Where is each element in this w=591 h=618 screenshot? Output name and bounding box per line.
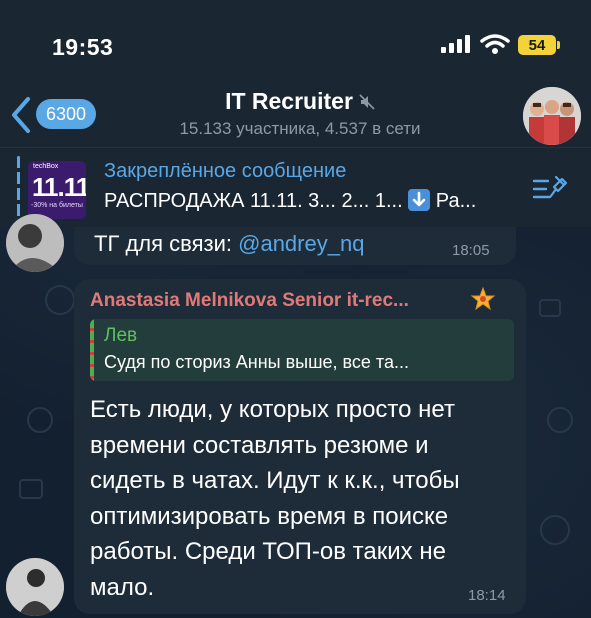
chat-header: 19:53 54 6300 IT Recruiter 15.133 участн… [0,0,591,147]
reply-author: Лев [104,325,138,346]
pinned-list-icon[interactable] [532,173,570,205]
battery-level: 54 [528,36,546,54]
reply-quote[interactable]: Лев Судя по сториз Анны выше, все та... [90,319,514,381]
star-emoji-icon [470,286,496,311]
arrow-down-emoji-icon [408,189,431,211]
back-unread-badge[interactable]: 6300 [36,99,97,129]
avatar-image [6,214,64,272]
pinned-thumbnail: techBox 11.11 -30% на билеты [28,161,86,219]
sender-avatar[interactable] [6,214,64,272]
pinned-thumb-brand: techBox [33,163,59,170]
pinned-text-part1: РАСПРОДАЖА 11.11. 3... 2... 1... [104,190,403,212]
sender-avatar[interactable] [6,558,64,616]
message-text: ТГ для связи: @andrey_nq [94,231,364,257]
pinned-title: Закреплённое сообщение [104,160,347,182]
message-text: Есть люди, у которых просто нет времени … [90,396,460,601]
sender-name[interactable]: Anastasia Melnikova Senior it-rec... [90,290,409,312]
reply-preview: Судя по сториз Анны выше, все та... [104,352,409,372]
reply-accent-bar [90,319,94,381]
avatar-image [6,558,64,616]
pinned-indicator [17,156,20,218]
battery-indicator: 54 [518,35,556,55]
muted-speaker-icon [359,93,375,110]
pinned-text-part2: Ра... [435,190,477,212]
cellular-signal-icon [441,35,470,53]
battery-tip [557,41,560,49]
back-unread-count: 6300 [46,103,87,124]
user-mention-link[interactable]: @andrey_nq [238,231,364,256]
chevron-left-icon[interactable] [10,96,32,134]
message-time: 18:14 [468,587,506,604]
pinned-message-bar[interactable]: techBox 11.11 -30% на билеты [0,147,591,227]
wifi-icon [480,34,510,54]
message-text-prefix: ТГ для связи: [94,231,239,256]
pinned-thumb-caption: -30% на билеты [31,202,83,209]
group-avatar[interactable] [523,87,581,145]
pinned-text: РАСПРОДАЖА 11.11. 3... 2... 1... Ра... [104,189,476,213]
chat-title-row: IT Recruiter [225,88,375,115]
chat-title-block[interactable]: IT Recruiter 15.133 участника, 4.537 в с… [140,88,460,139]
pinned-thumb-date: 11.11 [32,172,86,202]
chat-subtitle: 15.133 участника, 4.537 в сети [179,119,421,138]
group-avatar-image [523,87,581,145]
chat-title: IT Recruiter [225,88,353,114]
status-time: 19:53 [52,34,114,60]
message-time: 18:05 [452,242,490,259]
